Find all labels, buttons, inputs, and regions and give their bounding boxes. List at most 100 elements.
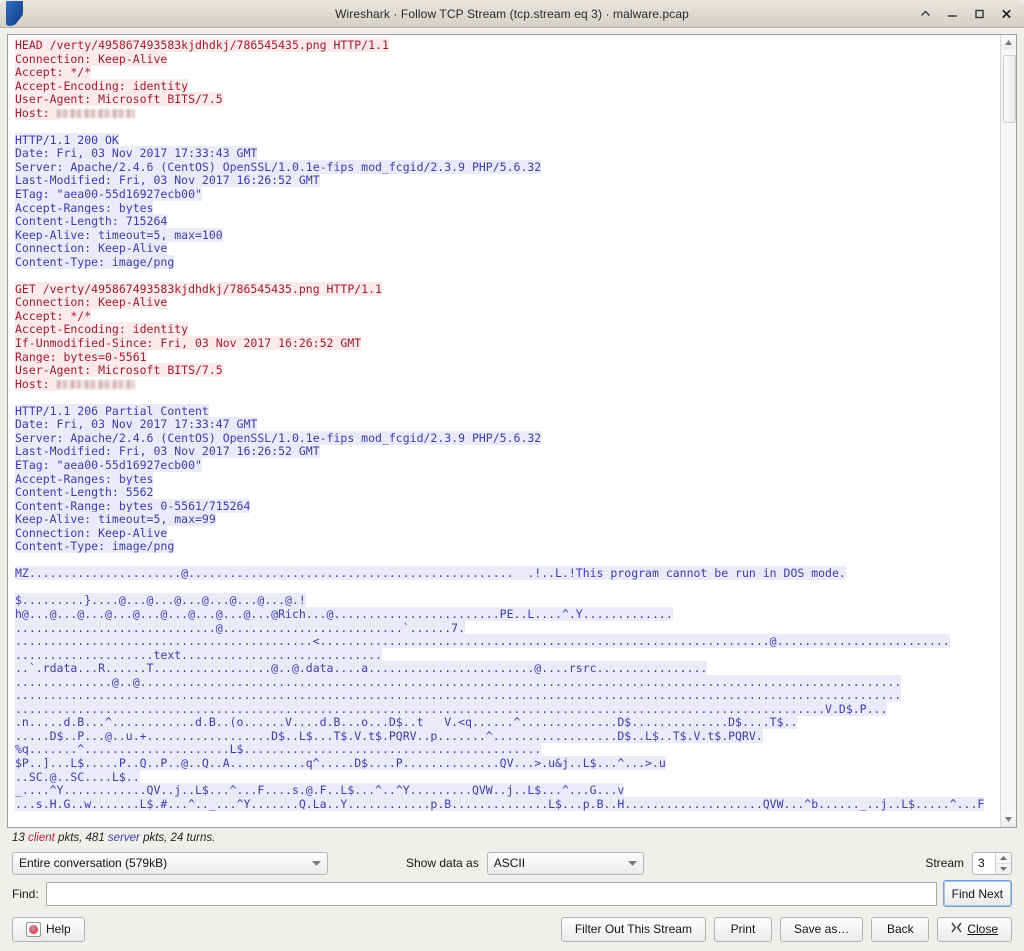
stream-line: Keep-Alive: timeout=5, max=99: [15, 512, 1000, 527]
print-label: Print: [730, 922, 756, 936]
server-text: ..............@..@......................…: [15, 674, 902, 689]
server-text: Accept-Ranges: bytes: [15, 471, 154, 486]
server-text: Content-Type: image/png: [15, 539, 175, 554]
client-text: User-Agent: Microsoft BITS/7.5: [15, 363, 223, 378]
scrollbar-track[interactable]: [1001, 50, 1016, 812]
server-text: Content-Type: image/png: [15, 254, 175, 269]
stream-line: Content-Type: image/png: [15, 539, 1000, 554]
server-text: Content-Length: 5562: [15, 485, 154, 500]
find-next-button[interactable]: Find Next: [942, 880, 1012, 907]
help-button-label: Help: [46, 922, 71, 936]
maximize-icon[interactable]: [973, 7, 986, 21]
stream-line: Content-Length: 5562: [15, 485, 1000, 500]
stepper-up-icon[interactable]: [996, 853, 1011, 864]
minimize-icon[interactable]: [946, 7, 959, 21]
client-text: User-Agent: Microsoft BITS/7.5: [15, 92, 223, 107]
stream-number-stepper[interactable]: 3: [972, 851, 1012, 875]
status-middle: pkts, 481: [54, 832, 108, 844]
stream-line: [15, 554, 1000, 568]
stream-line: Range: bytes=0-5561: [15, 349, 1000, 365]
client-text: Accept: */*: [15, 308, 92, 323]
server-text: Keep-Alive: timeout=5, max=100: [15, 227, 223, 242]
status-server-word: server: [107, 832, 140, 844]
filter-out-label: Filter Out This Stream: [574, 922, 692, 936]
follow-tcp-stream-window: Wireshark · Follow TCP Stream (tcp.strea…: [0, 0, 1024, 951]
back-label: Back: [886, 922, 914, 936]
scroll-down-arrow-icon[interactable]: [1001, 812, 1016, 827]
server-text: ETag: "aea00-55d16927ecb00": [15, 187, 202, 202]
stream-line: Keep-Alive: timeout=5, max=100: [15, 227, 1000, 243]
stream-line: Date: Fri, 03 Nov 2017 17:33:43 GMT: [15, 146, 1000, 161]
server-text: Accept-Ranges: bytes: [15, 200, 154, 215]
save-as-label: Save as…: [793, 922, 850, 936]
stream-line: ..............@..@......................…: [15, 674, 1000, 690]
stream-line: Accept-Ranges: bytes: [15, 200, 1000, 216]
stepper-buttons: [995, 852, 1011, 874]
client-text: Accept-Encoding: identity: [15, 78, 189, 93]
stream-line: $P..]...L$.....P..Q..P..@..Q..A.........…: [15, 755, 1000, 771]
stream-line: User-Agent: Microsoft BITS/7.5: [15, 92, 1000, 107]
stream-number-value: 3: [973, 852, 995, 874]
server-text: Connection: Keep-Alive: [15, 241, 168, 256]
server-text: ....................text................…: [15, 647, 382, 662]
back-button[interactable]: Back: [871, 916, 930, 942]
server-text: .....D$..P...@..u.+..................D$.…: [15, 728, 763, 743]
help-button[interactable]: Help: [12, 916, 85, 942]
stream-line: Connection: Keep-Alive: [15, 295, 1000, 310]
conversation-select-value: Entire conversation (579kB): [19, 856, 168, 870]
server-text: Server: Apache/2.4.6 (CentOS) OpenSSL/1.…: [15, 430, 542, 445]
print-button[interactable]: Print: [713, 916, 772, 942]
stream-line: Accept-Ranges: bytes: [15, 471, 1000, 487]
conversation-select[interactable]: Entire conversation (579kB): [12, 851, 328, 875]
server-text: Connection: Keep-Alive: [15, 525, 168, 540]
show-data-as-label: Show data as: [406, 856, 479, 870]
stream-line: [15, 391, 1000, 405]
server-text: ...s.H.G..w.......L$.#...^.._...^Y......…: [15, 796, 985, 811]
find-next-label: Find Next: [951, 886, 1003, 901]
stream-line: Last-Modified: Fri, 03 Nov 2017 16:26:52…: [15, 173, 1000, 188]
stream-line: [15, 269, 1000, 283]
help-icon: [26, 921, 41, 937]
stream-line: ..`.rdata...R......T.................@..…: [15, 661, 1000, 676]
find-label: Find:: [12, 886, 39, 901]
client-text: GET /verty/495867493583kjdhdkj/786545435…: [15, 281, 382, 296]
server-text: .n.....d.B...^............d.B..(o......V…: [15, 715, 798, 730]
find-input[interactable]: [45, 881, 937, 906]
server-text: .............................@..........…: [15, 620, 466, 635]
vertical-scrollbar[interactable]: [1000, 35, 1016, 827]
client-text: HEAD /verty/495867493583kjdhdkj/78654543…: [15, 38, 389, 52]
stream-options-row: Entire conversation (579kB) Show data as…: [0, 848, 1024, 878]
stream-line: Date: Fri, 03 Nov 2017 17:33:47 GMT: [15, 417, 1000, 432]
stream-line: ...s.H.G..w.......L$.#...^.._...^Y......…: [15, 796, 1000, 812]
client-text: Range: bytes=0-5561: [15, 349, 147, 364]
stream-line: Accept-Encoding: identity: [15, 322, 1000, 337]
filter-out-this-stream-button[interactable]: Filter Out This Stream: [560, 916, 706, 942]
stream-line: Accept: */*: [15, 65, 1000, 80]
client-text: Connection: Keep-Alive: [15, 295, 168, 310]
server-text: Content-Length: 715264: [15, 214, 168, 229]
stream-line: HTTP/1.1 200 OK: [15, 132, 1000, 148]
server-text: Content-Range: bytes 0-5561/715264: [15, 498, 251, 513]
close-icon[interactable]: [1000, 7, 1013, 21]
close-button[interactable]: Close: [937, 916, 1012, 942]
stream-line: Server: Apache/2.4.6 (CentOS) OpenSSL/1.…: [15, 430, 1000, 446]
stream-line: ........................................…: [15, 634, 1000, 649]
stream-content[interactable]: HEAD /verty/495867493583kjdhdkj/78654543…: [8, 35, 1000, 827]
scrollbar-thumb[interactable]: [1003, 55, 1016, 123]
client-text: If-Unmodified-Since: Fri, 03 Nov 2017 16…: [15, 336, 362, 351]
shade-icon[interactable]: [919, 7, 932, 21]
save-as-button[interactable]: Save as…: [779, 916, 864, 942]
status-prefix: 13: [12, 832, 28, 844]
server-text: Keep-Alive: timeout=5, max=99: [15, 512, 216, 527]
stream-line: .....D$..P...@..u.+..................D$.…: [15, 728, 1000, 744]
stepper-down-icon[interactable]: [996, 864, 1011, 874]
server-text: Date: Fri, 03 Nov 2017 17:33:43 GMT: [15, 146, 258, 161]
stream-line: Host:: [15, 376, 1000, 392]
stream-line: MZ......................@...............…: [15, 566, 1000, 581]
server-text: HTTP/1.1 200 OK: [15, 132, 119, 147]
stream-line: HTTP/1.1 206 Partial Content: [15, 403, 1000, 419]
scroll-up-arrow-icon[interactable]: [1001, 35, 1016, 50]
show-data-as-select[interactable]: ASCII: [486, 851, 644, 875]
show-data-as-value: ASCII: [493, 856, 526, 870]
redacted-host-value: [56, 108, 135, 118]
